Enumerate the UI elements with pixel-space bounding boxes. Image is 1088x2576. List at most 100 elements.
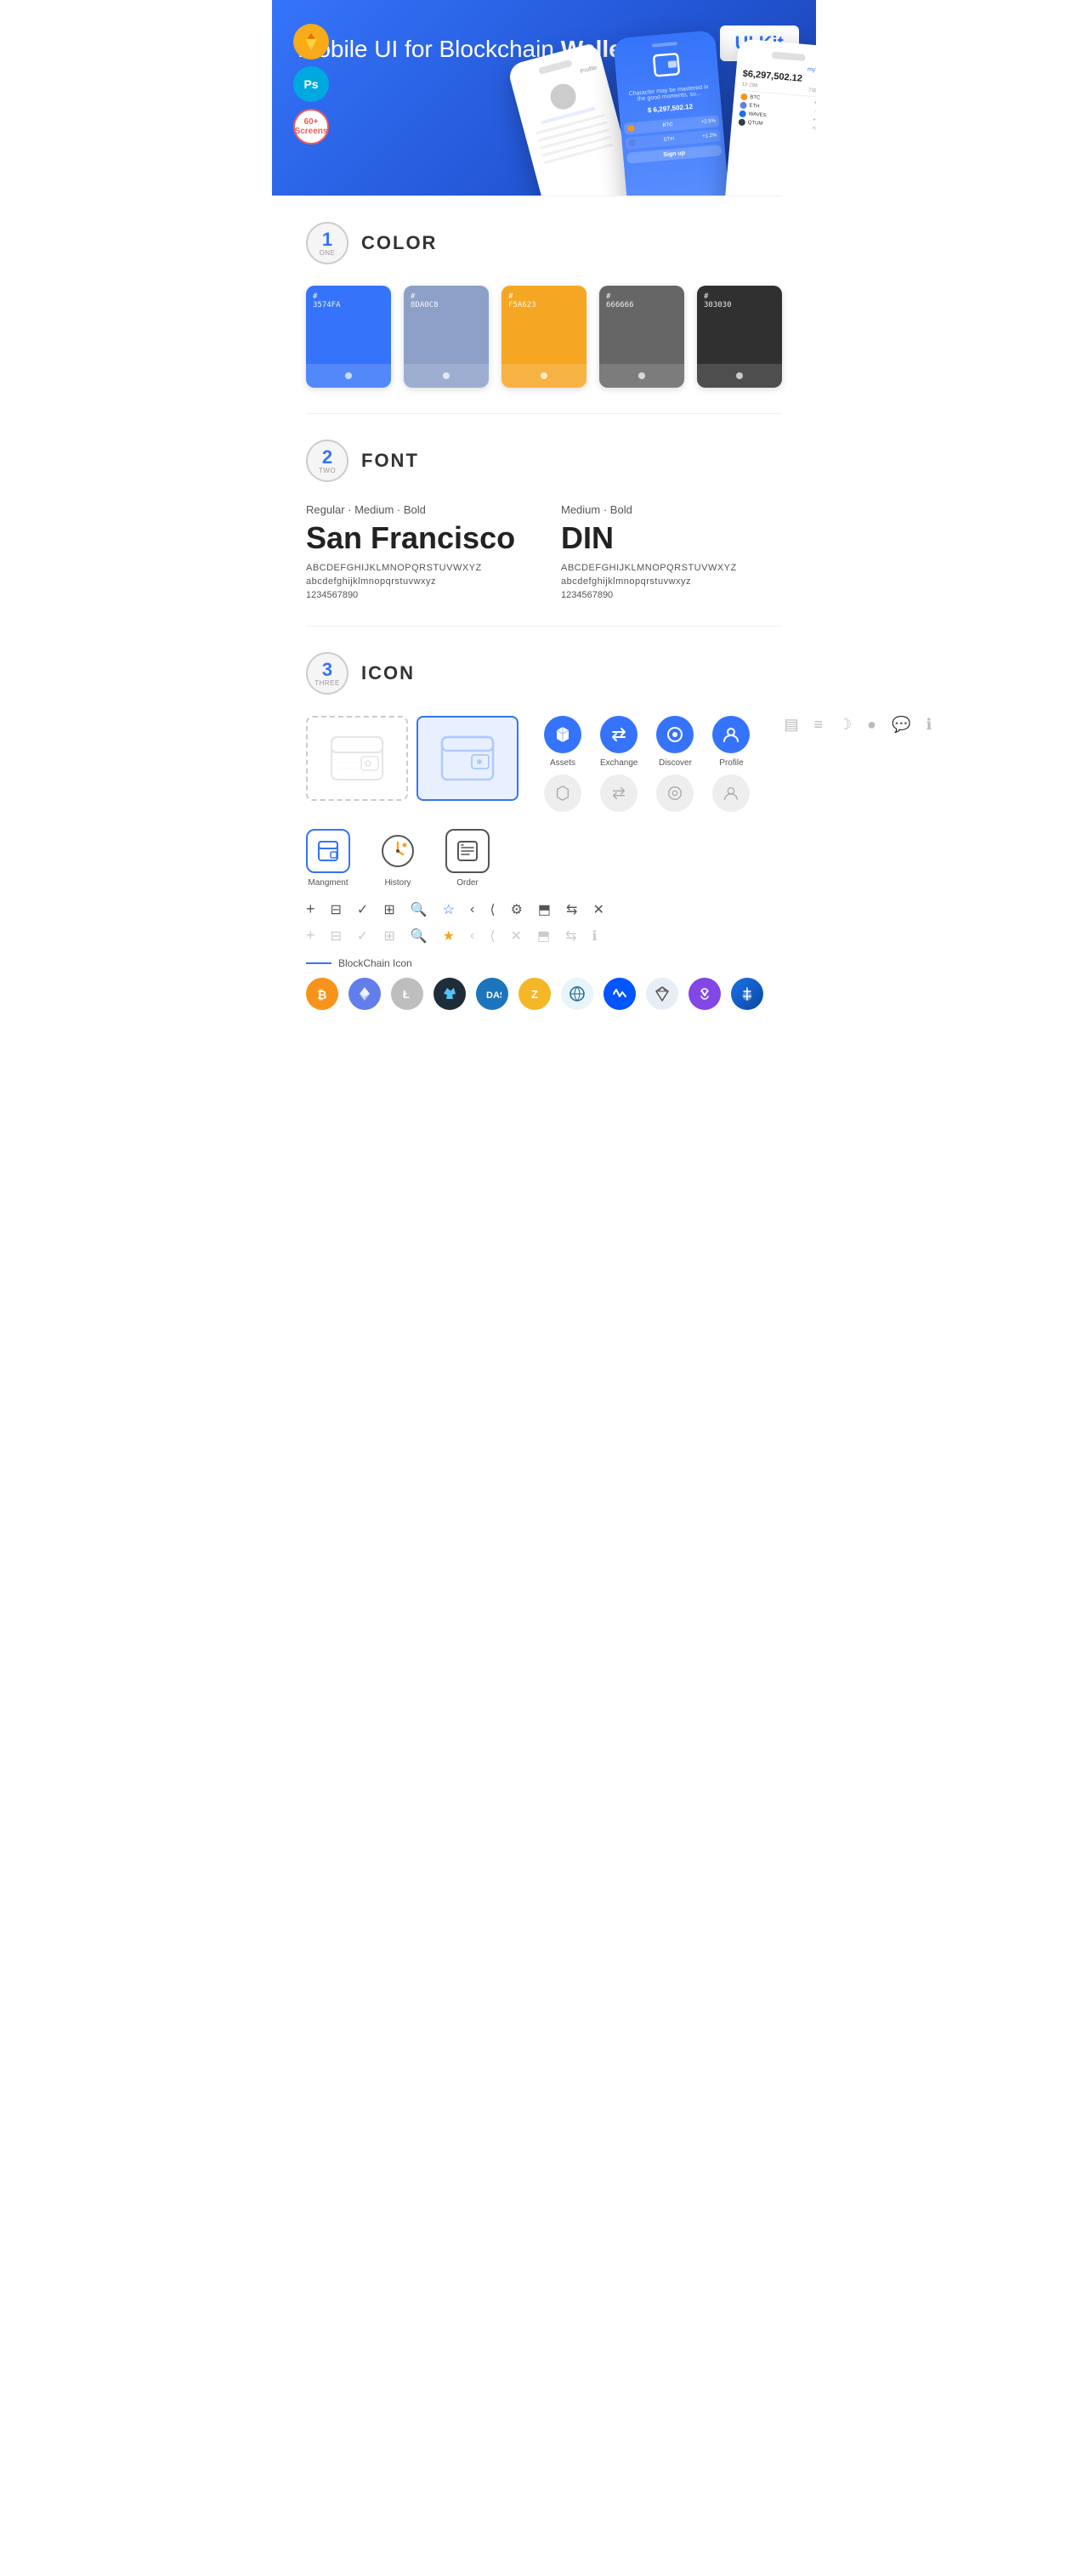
download-icon: ⬒ [538, 901, 551, 918]
swatch-blue: #3574FA [306, 286, 391, 388]
font-section: 2 TWO FONT Regular · Medium · Bold San F… [272, 414, 816, 626]
grid-icon: ⊞ [383, 901, 394, 918]
network-coin-icon [561, 978, 593, 1010]
info-icon: ℹ [926, 716, 932, 734]
icon-wireframe-2 [416, 716, 518, 801]
nav-icon-discover-gray [656, 775, 694, 812]
check-icon-gray: ✓ [357, 928, 368, 945]
icon-wireframe-1 [306, 716, 408, 801]
back-icon: ‹ [470, 902, 474, 917]
ps-badge: Ps [293, 66, 329, 102]
matic-icon [688, 978, 721, 1010]
back-icon-gray: ‹ [470, 928, 474, 944]
svg-text:DASH: DASH [486, 990, 502, 1001]
icon-section-header: 3 THREE ICON [306, 652, 782, 695]
ethereum-icon [348, 978, 381, 1010]
swap-icon: ⇆ [566, 901, 577, 918]
phone-mockup-2: Character may be mastered in the good mo… [613, 30, 730, 196]
hero-section: Mobile UI for Blockchain Wallet UI Kit P… [272, 0, 816, 196]
stack-icon: ≡ [814, 716, 824, 734]
share-icon-gray: ⟨ [490, 928, 495, 945]
litecoin-icon: Ł [391, 978, 423, 1010]
grid-icon-gray: ⊞ [383, 928, 394, 945]
close-icon: ✕ [592, 901, 604, 918]
moon-icon: ☽ [838, 716, 852, 734]
search-icon-gray: 🔍 [411, 928, 428, 945]
settings-icon-gray: ✕ [511, 928, 522, 945]
phone-mockup-3: myWallet $6,297,502.12 12-298738-2003 BT… [723, 38, 816, 196]
bitcoin-icon: ₿ [306, 978, 338, 1010]
bubble-icon: 💬 [892, 716, 910, 734]
management-label: Mangment [308, 878, 348, 888]
altcoin-icon [434, 978, 466, 1010]
svg-text:Ł: Ł [403, 988, 410, 1001]
blue-coin-icon [731, 978, 763, 1010]
color-section-number: 1 ONE [306, 222, 348, 264]
dash-icon: DASH [476, 978, 508, 1010]
bottom-nav-icons: Mangment History [306, 829, 782, 888]
swatch-gray-blue: #8DA0C8 [404, 286, 489, 388]
nav-icon-exchange-gray [600, 775, 638, 812]
order-label: Order [456, 878, 479, 888]
icon-section-title: ICON [361, 662, 415, 684]
nav-icon-profile: Profile [712, 716, 750, 768]
swatch-dark: #303030 [697, 286, 782, 388]
share-icon: ⟨ [490, 901, 495, 918]
search-icon: 🔍 [411, 901, 428, 918]
plus-icon: + [306, 900, 315, 918]
nav-discover-label: Discover [659, 758, 692, 768]
blockchain-label: BlockChain Icon [306, 957, 782, 969]
history-label: History [384, 878, 411, 888]
nav-icon-management: Mangment [306, 829, 350, 888]
zcash-icon: Z [518, 978, 551, 1010]
svg-text:₿: ₿ [317, 988, 326, 1001]
color-section: 1 ONE COLOR #3574FA #8DA0C8 #F5A623 #666… [272, 196, 816, 413]
font-sf: Regular · Medium · Bold San Francisco AB… [306, 503, 527, 600]
swap-icon-gray: ⇆ [565, 928, 576, 945]
nav-icons-colored: Assets Exchange [544, 716, 750, 812]
circle-icon: ● [867, 716, 876, 734]
nav-icon-discover: Discover [656, 716, 694, 768]
swatch-orange: #F5A623 [502, 286, 586, 388]
font-din: Medium · Bold DIN ABCDEFGHIJKLMNOPQRSTUV… [561, 503, 782, 600]
font-section-title: FONT [361, 450, 419, 472]
chat-icon: ▤ [784, 716, 798, 734]
sketch-badge [293, 24, 329, 60]
small-icons-row-1: + ⊟ ✓ ⊞ 🔍 ☆ ‹ ⟨ ⚙ ⬒ ⇆ ✕ [306, 900, 782, 918]
diamond-coin-icon [646, 978, 678, 1010]
nav-icon-assets-gray [544, 775, 581, 812]
waves-icon [604, 978, 636, 1010]
blockchain-line [306, 962, 332, 964]
star-icon: ☆ [443, 901, 455, 918]
star-icon-active: ★ [443, 928, 455, 945]
check-icon: ✓ [357, 901, 368, 918]
nav-assets-label: Assets [550, 758, 575, 768]
icon-section: 3 THREE ICON [272, 627, 816, 1036]
phone-mockups-area: Profile [510, 34, 816, 196]
color-swatches: #3574FA #8DA0C8 #F5A623 #666666 #303030 [306, 286, 782, 388]
nav-icon-order: Order [445, 829, 490, 888]
svg-text:Z: Z [531, 988, 538, 1001]
crypto-icons-row: ₿ Ł DASH [306, 978, 782, 1010]
small-icons-row-2: + ⊟ ✓ ⊞ 🔍 ★ ‹ ⟨ ✕ ⬒ ⇆ ℹ [306, 927, 782, 945]
nav-exchange-label: Exchange [600, 758, 638, 768]
font-section-number: 2 TWO [306, 440, 348, 482]
screens-badge: 60+Screens [293, 109, 329, 145]
font-section-header: 2 TWO FONT [306, 440, 782, 482]
plus-icon-gray: + [306, 927, 315, 945]
font-blocks: Regular · Medium · Bold San Francisco AB… [306, 503, 782, 600]
nav-icon-profile-gray [712, 775, 750, 812]
nav-profile-label: Profile [719, 758, 743, 768]
nav-icon-assets: Assets [544, 716, 581, 768]
list-icon-gray: ⊟ [331, 928, 342, 945]
hero-badges: Ps 60+Screens [293, 24, 329, 145]
misc-icons: ▤ ≡ ☽ ● 💬 ℹ [784, 716, 932, 734]
download-icon-gray: ⬒ [537, 928, 550, 945]
icon-section-number: 3 THREE [306, 652, 348, 695]
color-section-header: 1 ONE COLOR [306, 222, 782, 264]
info-icon-gray: ℹ [592, 928, 598, 945]
settings-icon: ⚙ [511, 901, 523, 918]
swatch-gray: #666666 [599, 286, 684, 388]
list-icon: ⊟ [331, 901, 342, 918]
color-section-title: COLOR [361, 232, 437, 254]
